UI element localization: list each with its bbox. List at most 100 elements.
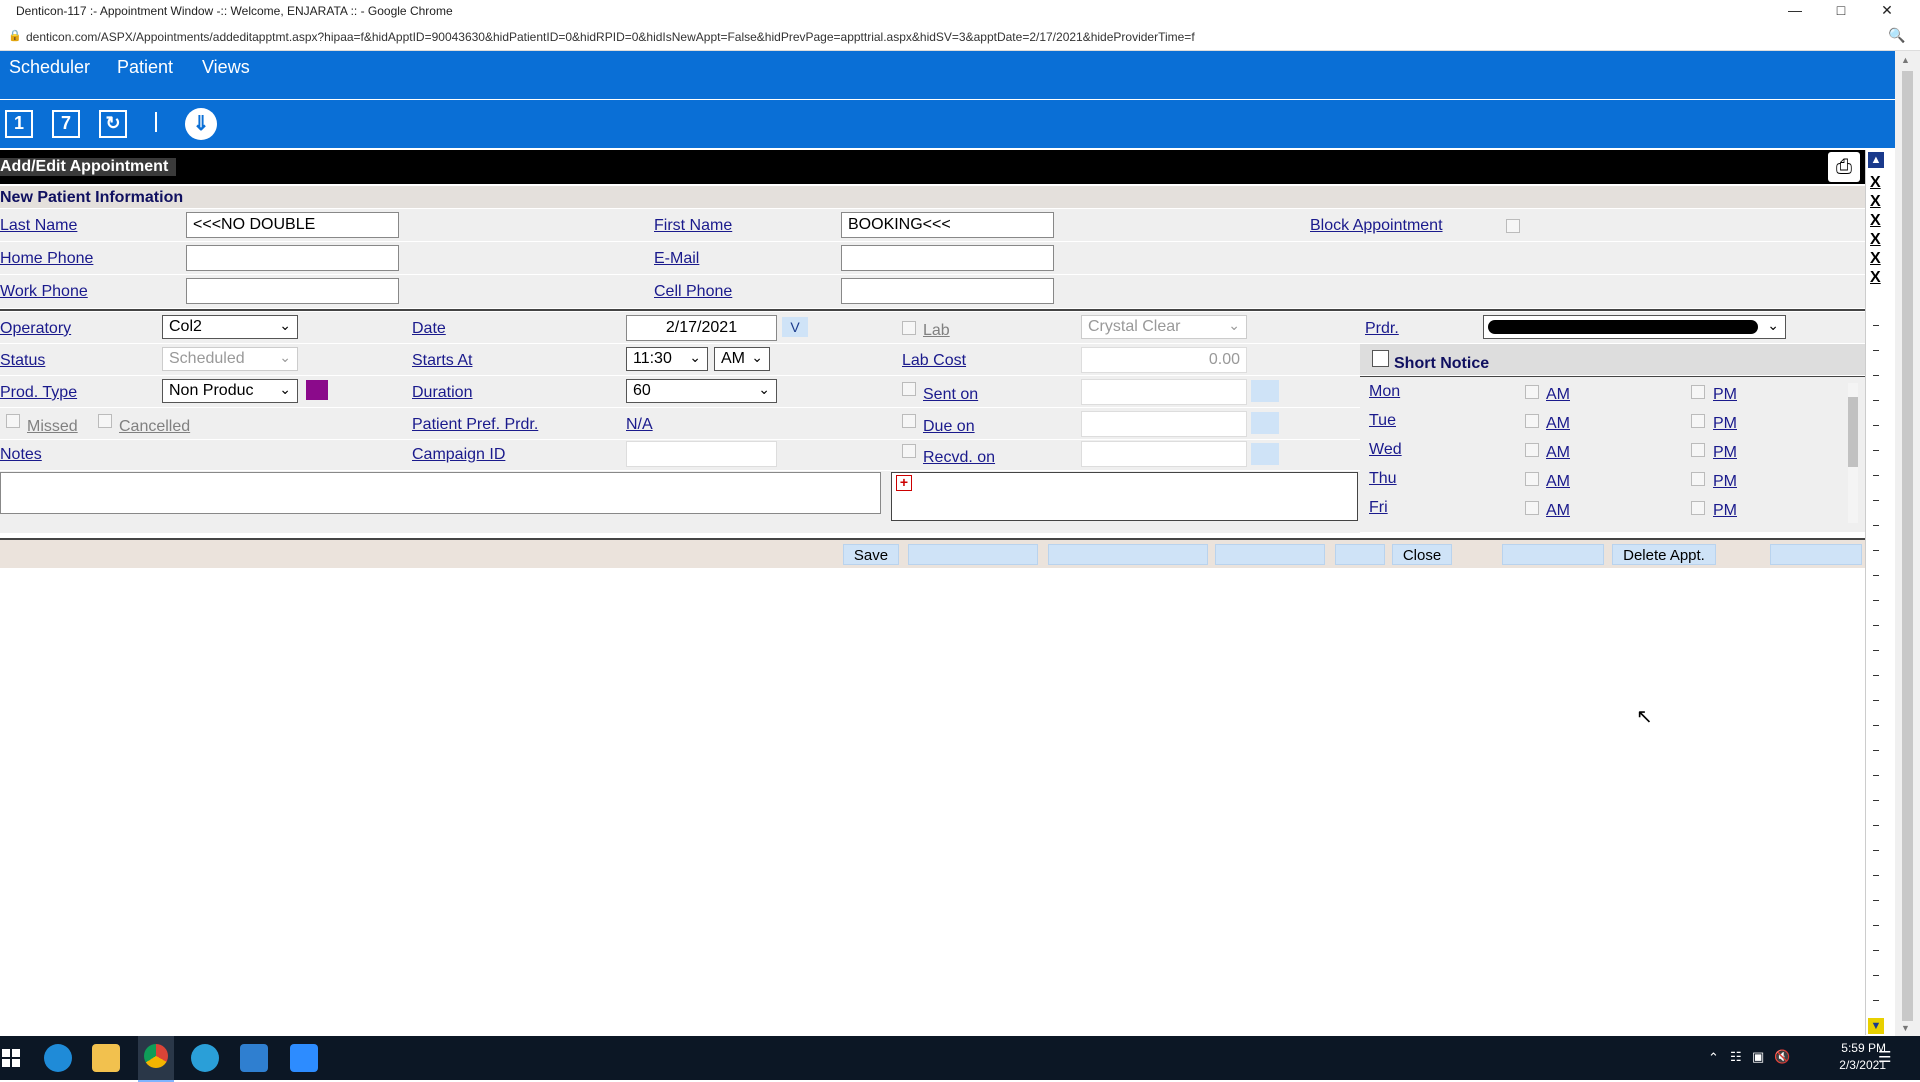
am-checkbox[interactable] [1525,472,1539,486]
maximize-icon[interactable]: □ [1818,0,1864,22]
cell-phone-input[interactable] [841,278,1054,304]
work-phone-input[interactable] [186,278,399,304]
operatory-select[interactable]: Col2 ⌄ [162,315,298,339]
day-label[interactable]: Wed [1369,441,1402,459]
menu-bar: Scheduler Patient Views [0,51,1895,99]
day-view-icon[interactable]: 1 [5,110,33,138]
close-button[interactable]: Close [1392,544,1452,565]
menu-scheduler[interactable]: Scheduler [9,57,90,78]
scroll-up-arrow-icon[interactable]: ▲ [1901,55,1910,65]
minimize-icon[interactable]: — [1772,0,1818,22]
section-divider [0,309,1865,311]
recvd-on-date-button[interactable] [1251,443,1279,465]
notes-textarea[interactable] [0,472,881,514]
am-checkbox[interactable] [1525,443,1539,457]
status-select[interactable]: Scheduled ⌄ [162,347,298,371]
close-x-icon[interactable]: X [1870,269,1881,287]
pm-checkbox[interactable] [1691,472,1705,486]
day-label[interactable]: Tue [1369,412,1396,430]
notes-label: Notes [0,446,42,463]
first-name-input[interactable]: BOOKING<<< [841,212,1054,238]
home-phone-input[interactable] [186,245,399,271]
expand-down-icon[interactable]: ⇓ [185,108,217,140]
add-lab-note-icon[interactable]: + [896,475,912,491]
delete-appt-button[interactable]: Delete Appt. [1612,544,1716,565]
provider-select[interactable]: ⌄ [1483,315,1786,339]
sent-on-checkbox[interactable] [902,382,916,396]
prod-type-select[interactable]: Non Produc ⌄ [162,379,298,403]
start-ampm-select[interactable]: AM ⌄ [714,347,770,371]
menu-views[interactable]: Views [202,57,250,78]
windows-start-icon[interactable] [2,1049,20,1067]
close-x-icon[interactable]: X [1870,212,1881,230]
am-checkbox[interactable] [1525,385,1539,399]
menu-patient[interactable]: Patient [117,57,173,78]
scroll-thumb[interactable] [1848,397,1858,467]
scroll-down-arrow-icon[interactable]: ▼ [1901,1023,1910,1033]
cancelled-checkbox[interactable] [98,414,112,428]
day-label[interactable]: Fri [1369,499,1388,517]
sent-on-date-button[interactable] [1251,380,1279,402]
sent-on-input[interactable] [1081,379,1247,405]
date-picker-button[interactable]: V [782,317,808,337]
lab-cost-input[interactable]: 0.00 [1081,347,1247,373]
divider-dash [1873,400,1879,401]
pm-checkbox[interactable] [1691,414,1705,428]
notifications-icon[interactable]: ☰ [1878,1048,1891,1066]
app-icon[interactable] [191,1044,219,1072]
last-name-input[interactable]: <<<NO DOUBLE [186,212,399,238]
close-x-icon[interactable]: X [1870,250,1881,268]
day-row: Tue AM PM [1363,410,1863,434]
close-x-icon[interactable]: X [1870,193,1881,211]
patient-pref-prdr-value[interactable]: N/A [626,416,653,434]
close-x-icon[interactable]: X [1870,231,1881,249]
missed-checkbox[interactable] [6,414,20,428]
system-tray-chevron-icon[interactable]: ⌃ [1708,1050,1719,1066]
day-label[interactable]: Mon [1369,383,1400,401]
duration-select[interactable]: 60 ⌄ [626,379,777,403]
refresh-icon[interactable]: ↻ [99,110,127,138]
recvd-on-input[interactable] [1081,441,1247,467]
week-view-icon[interactable]: 7 [52,110,80,138]
close-x-icon[interactable]: X [1870,174,1881,192]
am-checkbox[interactable] [1525,414,1539,428]
date-input[interactable]: 2/17/2021 [626,315,777,341]
due-on-checkbox[interactable] [902,414,916,428]
lab-select[interactable]: Crystal Clear ⌄ [1081,315,1247,339]
url-text[interactable]: denticon.com/ASPX/Appointments/addeditap… [26,30,1195,44]
prod-type-color-swatch[interactable] [306,380,328,400]
email-input[interactable] [841,245,1054,271]
short-notice-checkbox[interactable] [1372,350,1389,367]
browser-scrollbar[interactable]: ▲ ▼ [1895,51,1920,1036]
close-window-icon[interactable]: ✕ [1864,0,1910,22]
scroll-thumb[interactable] [1902,71,1913,1021]
scroll-up-icon[interactable]: ▲ [1868,152,1884,168]
display-icon[interactable]: ▣ [1752,1049,1764,1065]
day-label[interactable]: Thu [1369,470,1397,488]
am-checkbox[interactable] [1525,501,1539,515]
volume-muted-icon[interactable]: 🔇 [1774,1049,1790,1065]
pm-checkbox[interactable] [1691,443,1705,457]
file-explorer-icon[interactable] [92,1044,120,1072]
campaign-id-input[interactable] [626,441,777,467]
start-time-select[interactable]: 11:30 ⌄ [626,347,708,371]
chrome-taskbar-active[interactable] [138,1036,174,1082]
pm-checkbox[interactable] [1691,385,1705,399]
scroll-down-icon[interactable]: ▼ [1868,1018,1884,1034]
lab-notes-box[interactable]: + [891,472,1358,521]
due-on-input[interactable] [1081,411,1247,437]
day-grid-scrollbar[interactable] [1848,383,1858,523]
recvd-on-checkbox[interactable] [902,444,916,458]
lab-checkbox[interactable] [902,321,916,335]
print-icon[interactable]: ⎙ [1828,152,1860,182]
save-button[interactable]: Save [843,544,899,565]
edge-browser-icon[interactable] [44,1044,72,1072]
block-appointment-checkbox[interactable] [1506,219,1520,233]
due-on-date-button[interactable] [1251,412,1279,434]
zoom-app-icon[interactable] [290,1044,318,1072]
zoom-icon[interactable]: 🔍 [1888,27,1905,44]
network-icon[interactable]: ☷ [1730,1049,1742,1065]
calculator-icon[interactable] [240,1044,268,1072]
pm-checkbox[interactable] [1691,501,1705,515]
mouse-cursor-icon: ↖ [1636,706,1653,728]
